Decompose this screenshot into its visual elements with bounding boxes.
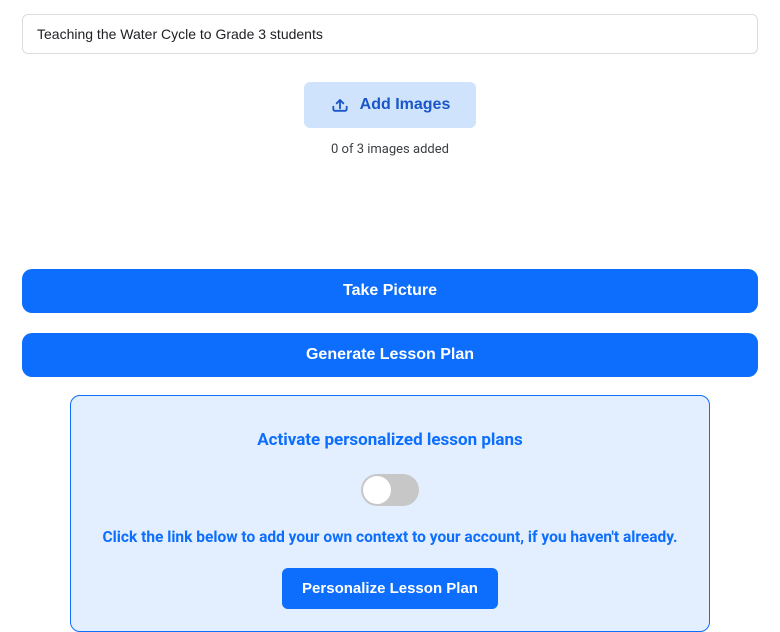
personalize-panel-subtitle: Click the link below to add your own con… xyxy=(93,528,687,546)
toggle-wrap xyxy=(93,474,687,506)
add-images-label: Add Images xyxy=(360,96,451,114)
take-picture-button[interactable]: Take Picture xyxy=(22,269,758,313)
upload-icon xyxy=(330,95,350,115)
personalize-lesson-plan-button[interactable]: Personalize Lesson Plan xyxy=(282,568,498,609)
action-buttons: Take Picture Generate Lesson Plan xyxy=(22,269,758,377)
add-images-button[interactable]: Add Images xyxy=(304,82,477,128)
images-count-text: 0 of 3 images added xyxy=(22,142,758,157)
toggle-knob xyxy=(363,476,391,504)
personalize-toggle[interactable] xyxy=(361,474,419,506)
personalize-panel-title: Activate personalized lesson plans xyxy=(93,430,687,450)
personalize-panel: Activate personalized lesson plans Click… xyxy=(70,395,710,632)
lesson-topic-input[interactable] xyxy=(22,14,758,54)
generate-lesson-plan-button[interactable]: Generate Lesson Plan xyxy=(22,333,758,377)
add-images-container: Add Images xyxy=(22,82,758,128)
